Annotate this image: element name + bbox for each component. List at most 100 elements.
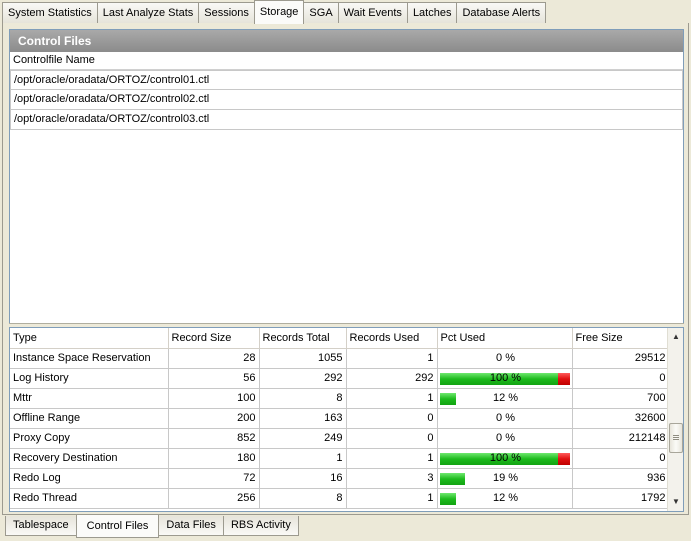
records-total-cell: 8 [259,388,347,409]
type-cell: Proxy Copy [10,428,169,449]
records-total-cell: 8 [259,488,347,509]
arrow-down-icon[interactable]: ▼ [669,495,683,509]
record-size-cell: 852 [168,428,260,449]
free-size-cell: 0 [572,448,670,469]
pct-used-cell: 12 % [437,388,573,409]
bottom-tab-strip: Tablespace Control Files Data Files RBS Act… [5,515,299,539]
section-title: Control Files [10,30,683,52]
records-total-cell: 1 [259,448,347,469]
table-row[interactable]: Instance Space Reservation 28 1055 1 0 % 2951… [10,348,670,369]
arrow-up-icon[interactable]: ▲ [669,330,683,344]
records-used-cell: 0 [346,408,438,429]
grip-line [673,439,679,440]
tab-sessions[interactable]: Sessions [198,2,255,23]
controlfile-name-column-header[interactable]: Controlfile Name [10,52,683,70]
free-size-cell: 1792 [572,488,670,509]
pct-used-label: 0 % [496,352,515,364]
vertical-scrollbar[interactable]: ▲ ▼ [667,328,683,511]
type-cell: Log History [10,368,169,389]
pct-used-label: 0 % [496,432,515,444]
pct-used-cell: 0 % [437,408,573,429]
records-used-cell: 1 [346,448,438,469]
type-cell: Redo Log [10,468,169,489]
pct-used-cell: 19 % [437,468,573,489]
record-size-cell: 180 [168,448,260,469]
pct-used-label: 100 % [489,372,522,384]
column-header-free-size[interactable]: Free Size [572,328,670,349]
table-row[interactable]: Offline Range 200 163 0 0 % 32600 [10,408,670,429]
top-tab-strip: System Statistics Last Analyze Stats Sessi… [2,0,547,24]
pct-used-label: 0 % [496,412,515,424]
tab-rbs-activity[interactable]: RBS Activity [222,516,299,536]
free-size-cell: 29512 [572,348,670,369]
storage-panel: Control Files Controlfile Name /opt/orac… [2,23,689,515]
records-used-cell: 0 [346,428,438,449]
table-row[interactable]: Log History 56 292 292 100 % 0 [10,368,670,389]
records-table: Type Record Size Records Total Records Used… [10,328,670,509]
controlfile-row[interactable]: /opt/oracle/oradata/ORTOZ/control01.ctl [10,70,683,90]
table-row[interactable]: Proxy Copy 852 249 0 0 % 212148 [10,428,670,449]
tab-data-files[interactable]: Data Files [158,516,224,536]
pct-used-cell: 100 % [437,368,573,389]
scrollbar-thumb[interactable] [669,423,683,453]
pct-used-label: 100 % [489,452,522,464]
table-row[interactable]: Redo Log 72 16 3 19 % 936 [10,468,670,489]
pct-used-cell: 12 % [437,488,573,509]
grip-line [673,437,679,438]
column-header-type[interactable]: Type [10,328,169,349]
record-size-cell: 200 [168,408,260,429]
table-row[interactable]: Mttr 100 8 1 12 % 700 [10,388,670,409]
tab-control-files[interactable]: Control Files [75,515,160,538]
free-size-cell: 212148 [572,428,670,449]
tab-storage[interactable]: Storage [253,0,305,24]
records-total-cell: 163 [259,408,347,429]
type-cell: Mttr [10,388,169,409]
type-cell: Offline Range [10,408,169,429]
tab-last-analyze-stats[interactable]: Last Analyze Stats [96,2,200,23]
pct-used-cell: 0 % [437,348,573,369]
records-total-cell: 1055 [259,348,347,369]
controlfile-row[interactable]: /opt/oracle/oradata/ORTOZ/control03.ctl [10,110,683,130]
free-size-cell: 700 [572,388,670,409]
tab-system-statistics[interactable]: System Statistics [2,2,98,23]
record-size-cell: 72 [168,468,260,489]
type-cell: Recovery Destination [10,448,169,469]
type-cell: Redo Thread [10,488,169,509]
tab-tablespace[interactable]: Tablespace [5,516,77,536]
controlfile-row[interactable]: /opt/oracle/oradata/ORTOZ/control02.ctl [10,90,683,110]
records-total-cell: 249 [259,428,347,449]
table-row[interactable]: Recovery Destination 180 1 1 100 % 0 [10,448,670,469]
grip-line [673,435,679,436]
record-size-cell: 28 [168,348,260,369]
table-row[interactable]: Redo Thread 256 8 1 12 % 1792 [10,488,670,509]
tab-sga[interactable]: SGA [303,2,339,23]
free-size-cell: 0 [572,368,670,389]
record-size-cell: 100 [168,388,260,409]
tab-wait-events[interactable]: Wait Events [337,2,408,23]
record-size-cell: 256 [168,488,260,509]
control-files-section: Control Files Controlfile Name /opt/orac… [9,29,684,329]
pct-used-cell: 100 % [437,448,573,469]
records-grid-container: Type Record Size Records Total Records Used… [9,327,684,512]
column-header-record-size[interactable]: Record Size [168,328,260,349]
table-header-row: Type Record Size Records Total Records Used… [10,328,670,349]
pct-used-cell: 0 % [437,428,573,449]
table-body: Instance Space Reservation 28 1055 1 0 % 2951… [10,348,670,509]
records-used-cell: 292 [346,368,438,389]
type-cell: Instance Space Reservation [10,348,169,369]
records-used-cell: 3 [346,468,438,489]
records-total-cell: 292 [259,368,347,389]
tab-latches[interactable]: Latches [406,2,458,23]
records-total-cell: 16 [259,468,347,489]
records-used-cell: 1 [346,348,438,369]
tab-database-alerts[interactable]: Database Alerts [456,2,547,23]
records-used-cell: 1 [346,488,438,509]
free-size-cell: 32600 [572,408,670,429]
column-header-records-total[interactable]: Records Total [259,328,347,349]
free-size-cell: 936 [572,468,670,489]
pct-used-label: 12 % [492,392,519,404]
controlfile-list: /opt/oracle/oradata/ORTOZ/control01.ctl /… [10,70,683,130]
records-used-cell: 1 [346,388,438,409]
column-header-records-used[interactable]: Records Used [346,328,438,349]
column-header-pct-used[interactable]: Pct Used [437,328,573,349]
